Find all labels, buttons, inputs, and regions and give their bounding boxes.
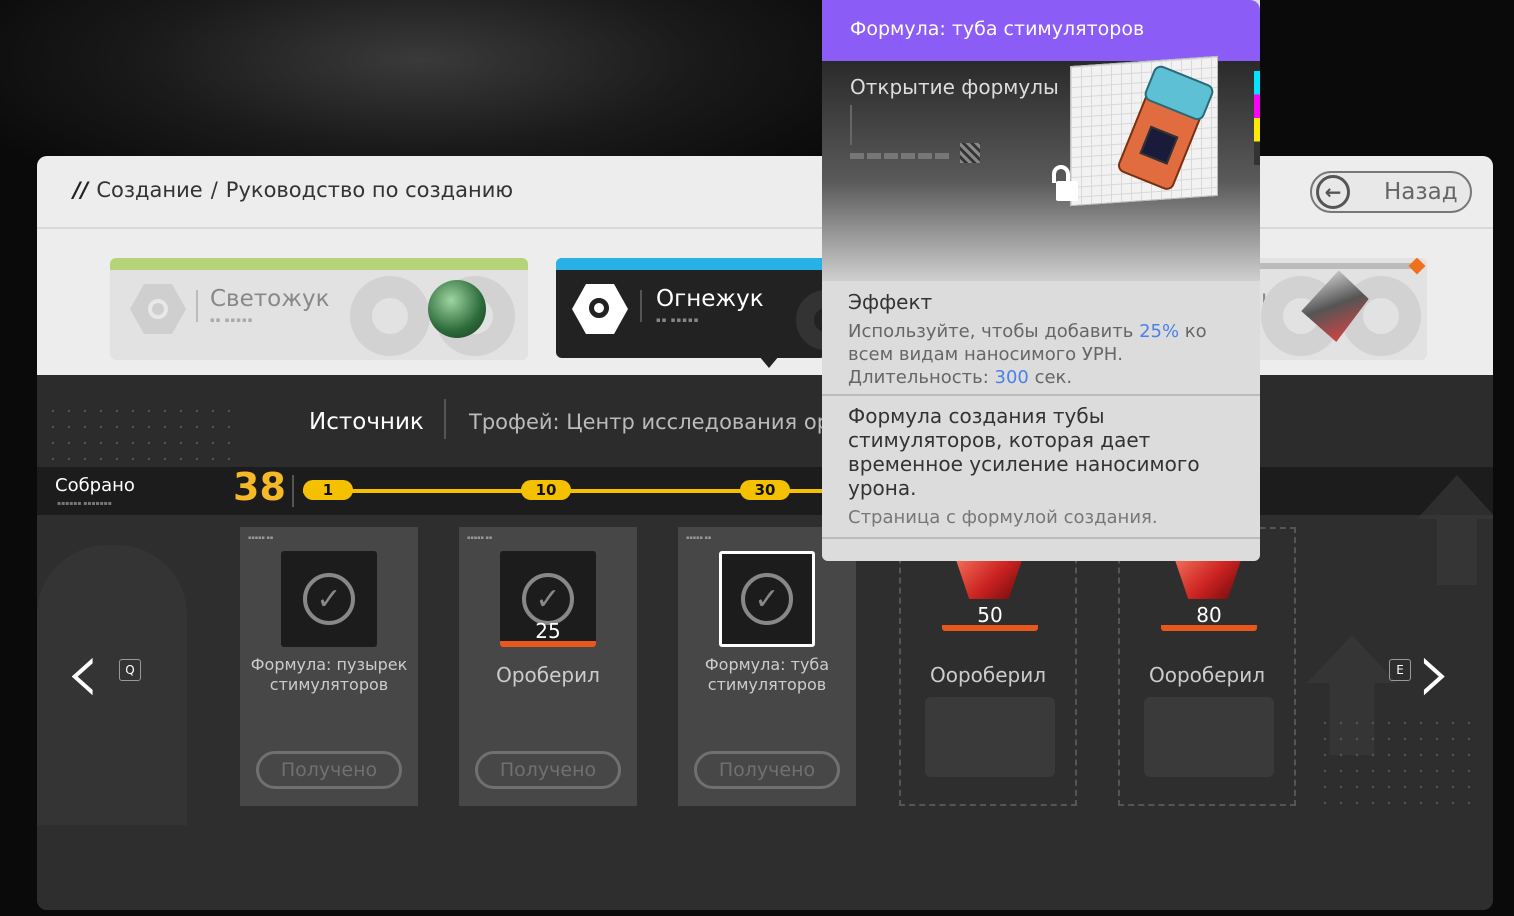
category-tab-firebug[interactable]: Огнежук ▪▪ ▪▪▪▪▪ [556, 258, 826, 358]
ring-decoration [350, 276, 430, 356]
reward-name: Формула: туба стимуляторов [704, 655, 830, 694]
tooltip-subtitle: Открытие формулы [850, 75, 1059, 99]
check-icon: ✓ [303, 573, 355, 625]
barcode-icon [850, 153, 952, 159]
reward-name: Оороберил [929, 663, 1047, 687]
tooltip-title: Формула: туба стимуляторов [850, 18, 1145, 40]
tooltip-description: Формула создания тубы стимуляторов, кото… [848, 404, 1200, 500]
category-sublabel: ▪▪ ▪▪▪▪▪ [210, 316, 254, 324]
back-button-label: Назад [1384, 179, 1458, 205]
reward-card-selected[interactable]: ▪▪▪▪▪ ▪▪ ✓ Формула: туба стимуляторов По… [678, 527, 856, 806]
reward-name: Оороберил [1148, 663, 1266, 687]
category-bar [1247, 263, 1417, 269]
locked-shadow [925, 697, 1055, 777]
items-area: ‹ Q › E ▪▪▪▪▪ ▪▪ ✓ Формула: пузырек стим… [37, 475, 1493, 910]
dot-pattern [45, 403, 233, 463]
panel-header: // Создание / Руководство по созданию ← … [37, 156, 1493, 375]
collection-progress: Собрано ▪▪▪▪▪▪ ▪▪▪▪▪▪▪ 38 1 10 30 [37, 465, 1493, 515]
milestone-marker: 1 [303, 480, 353, 500]
prev-page-arrow-icon[interactable]: ‹ [65, 628, 101, 718]
check-icon: ✓ [522, 573, 574, 625]
effect-heading: Эффект [848, 290, 933, 314]
duration-value: 300 [994, 367, 1029, 388]
category-bar [556, 258, 826, 270]
obtained-button[interactable]: Получено [256, 751, 402, 789]
background-decoration [37, 545, 187, 825]
reward-name: Формула: пузырек стимуляторов [250, 655, 408, 694]
breadcrumb-separator: / [210, 178, 218, 202]
tooltip-page-note: Страница с формулой создания. [848, 507, 1158, 528]
reward-icon: ✓ 25 [500, 551, 596, 647]
next-page-arrow-icon[interactable]: › [1417, 628, 1453, 718]
milestone-marker: 10 [521, 480, 571, 500]
effect-text: Используйте, чтобы добавить 25% ко всем … [848, 321, 1207, 388]
obtained-button[interactable]: Получено [475, 751, 621, 789]
check-icon: ✓ [741, 573, 793, 625]
obtained-button[interactable]: Получено [694, 751, 840, 789]
breadcrumb-slashes: // [73, 178, 89, 202]
hexagon-icon [130, 284, 186, 334]
back-arrow-icon: ← [1316, 175, 1350, 209]
count-divider [292, 475, 294, 507]
reward-card-locked[interactable]: 80 Оороберил [1118, 527, 1296, 806]
category-tab-partial[interactable]: ит [1247, 258, 1427, 360]
collection-count: 38 [233, 465, 286, 509]
reward-quantity: 50 [977, 603, 1003, 627]
reward-card[interactable]: ▪▪▪▪▪ ▪▪ ✓ 25 Ороберил Получено [459, 527, 637, 806]
category-label: Светожук [210, 286, 330, 312]
header-divider [37, 227, 1493, 229]
tooltip-hero: Открытие формулы [822, 55, 1260, 281]
card-tag: ▪▪▪▪▪ ▪▪ [467, 535, 493, 541]
glowbug-icon [428, 280, 486, 338]
category-sublabel: ▪▪ ▪▪▪▪▪ [656, 316, 700, 324]
reward-quantity: 25 [535, 619, 561, 643]
breadcrumb: // Создание / Руководство по созданию [73, 178, 513, 202]
next-key-hint: E [1389, 659, 1411, 681]
qr-code-icon [960, 143, 980, 163]
diamond-icon [1408, 258, 1426, 275]
hexagon-icon [572, 284, 628, 334]
reward-quantity: 80 [1196, 603, 1222, 627]
collection-label: Собрано [55, 475, 135, 496]
prev-key-hint: Q [119, 659, 141, 681]
card-tag: ▪▪▪▪▪ ▪▪ [248, 535, 274, 541]
reward-card[interactable]: ▪▪▪▪▪ ▪▪ ✓ Формула: пузырек стимуляторов… [240, 527, 418, 806]
color-strip-decoration [1254, 71, 1260, 165]
item-detail-tooltip: Формула: туба стимуляторов Открытие форм… [822, 0, 1260, 561]
deco-line [850, 105, 852, 145]
category-label: Огнежук [656, 286, 764, 312]
locked-shadow [1144, 697, 1274, 777]
category-tab-glowbug[interactable]: Светожук ▪▪ ▪▪▪▪▪ [110, 258, 528, 360]
unlocked-padlock-icon [1050, 165, 1078, 201]
category-bar [110, 258, 528, 270]
source-value: Трофей: Центр исследования орид [469, 410, 859, 434]
reward-card-locked[interactable]: 50 Оороберил [899, 527, 1077, 806]
breadcrumb-page: Руководство по созданию [225, 178, 514, 202]
reward-icon: ✓ [719, 551, 815, 647]
source-row: Источник Трофей: Центр исследования орид [37, 375, 1493, 467]
reward-name: Ороберил [496, 663, 600, 687]
tooltip-divider [822, 394, 1260, 396]
crafting-guide-panel: // Создание / Руководство по созданию ← … [37, 156, 1493, 910]
milestone-marker: 30 [740, 480, 790, 500]
effect-value: 25% [1139, 321, 1180, 342]
tooltip-divider [822, 537, 1260, 539]
dot-pattern [1317, 715, 1477, 815]
back-button[interactable]: ← Назад [1310, 171, 1472, 213]
breadcrumb-section[interactable]: Создание [96, 178, 202, 202]
source-separator [444, 399, 446, 439]
tooltip-header: Формула: туба стимуляторов [822, 0, 1260, 61]
card-tag: ▪▪▪▪▪ ▪▪ [686, 535, 712, 541]
source-label: Источник [309, 409, 424, 435]
selected-tab-pointer [759, 356, 779, 368]
collection-sublabel: ▪▪▪▪▪▪ ▪▪▪▪▪▪▪ [57, 500, 112, 507]
reward-icon: ✓ [281, 551, 377, 647]
